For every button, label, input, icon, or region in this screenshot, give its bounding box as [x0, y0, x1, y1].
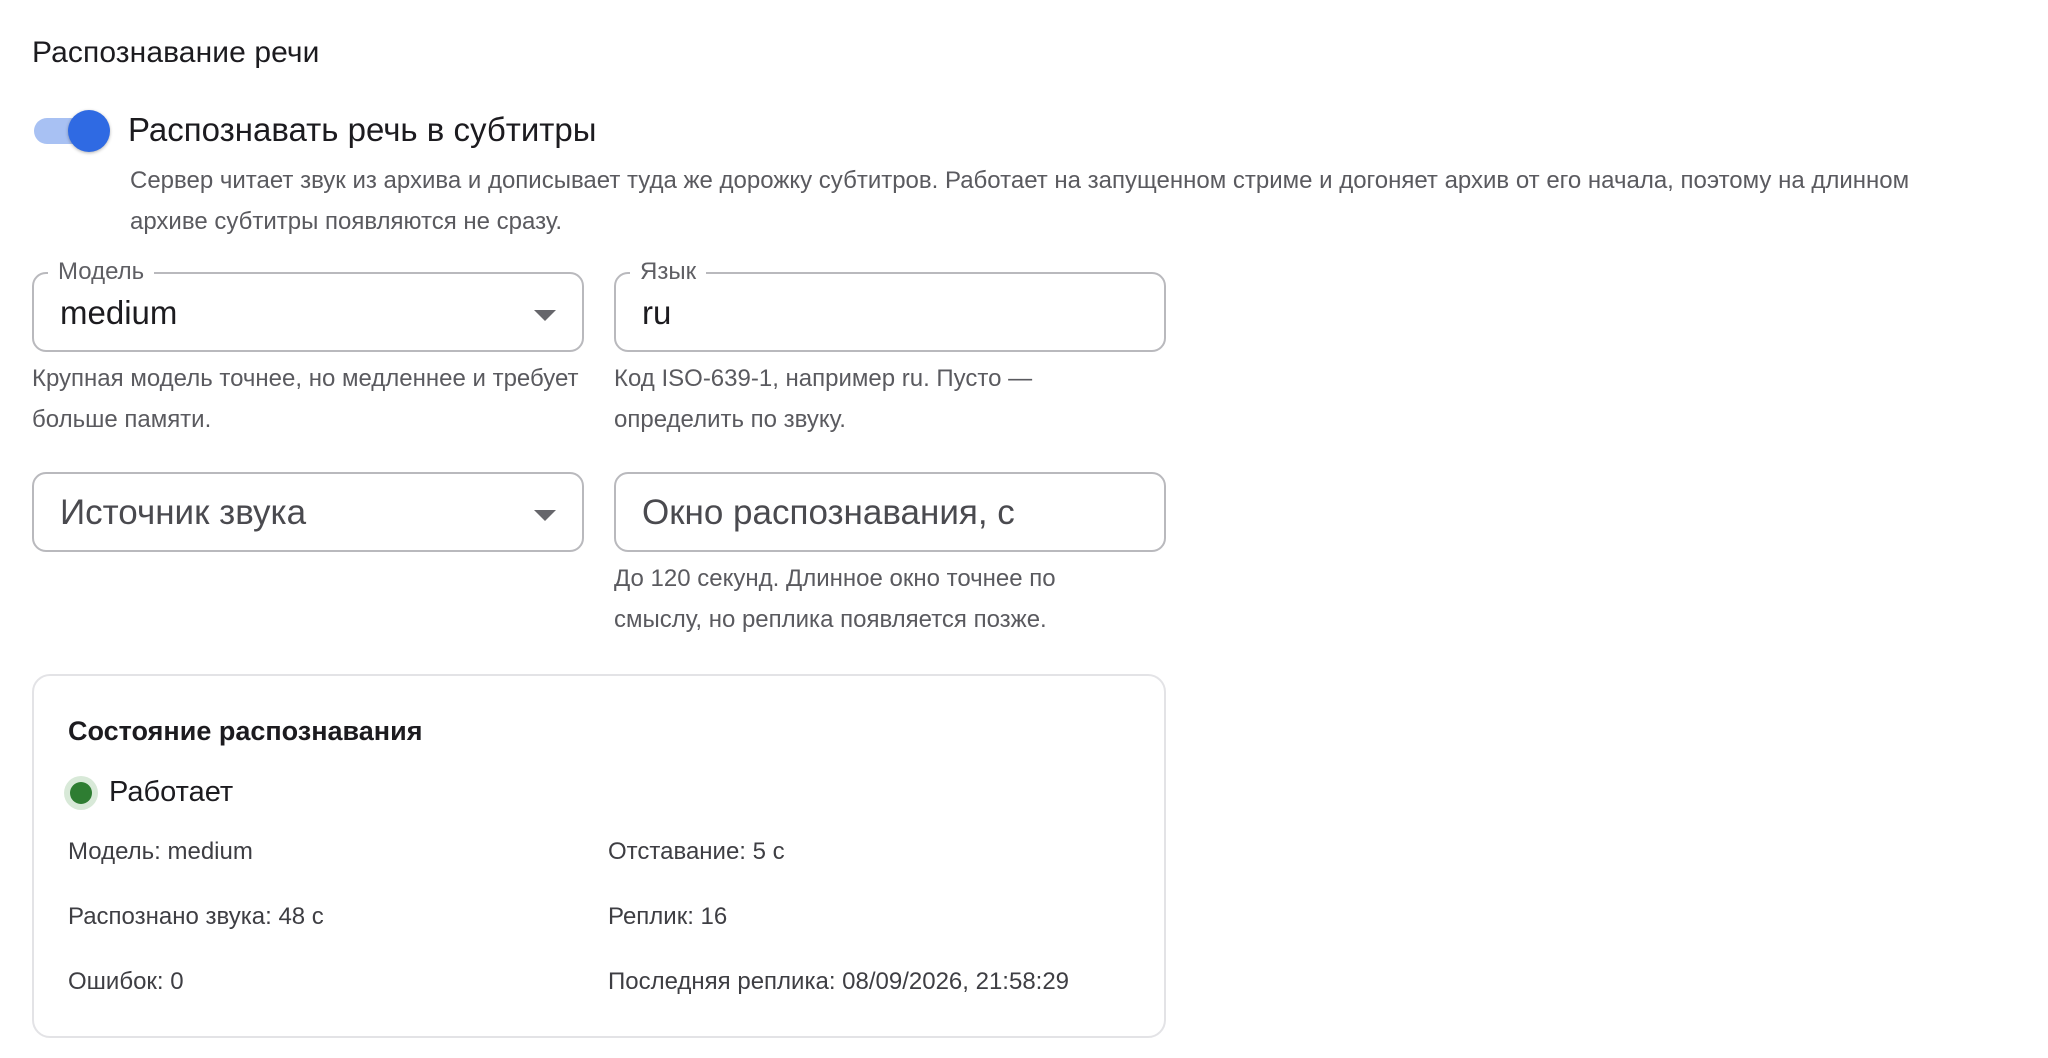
- stat-last-replica: Последняя реплика: 08/09/2026, 21:58:29: [608, 968, 1070, 995]
- stat-errors: Ошибок: 0: [68, 968, 184, 995]
- toggle-label[interactable]: Распознавать речь в субтитры: [128, 111, 596, 149]
- recognition-window-helper: До 120 секунд. Длинное окно точнее по см…: [614, 565, 1056, 633]
- language-label: Язык: [630, 256, 707, 288]
- model-label: Модель: [48, 256, 155, 288]
- model-select[interactable]: Модель medium: [32, 256, 584, 352]
- toggle-description: Сервер читает звук из архива и дописывае…: [130, 167, 1910, 235]
- speech-recognition-settings: Распознавание речи Распознавать речь в с…: [0, 0, 2048, 1058]
- recognition-status-card: Состояние распознавания Работает Модель:…: [32, 674, 1166, 1038]
- status-indicator-icon: [64, 776, 98, 810]
- model-helper: Крупная модель точнее, но медленнее и тр…: [32, 365, 579, 433]
- stat-model: Модель: medium: [68, 838, 253, 865]
- chevron-down-icon: [534, 310, 556, 321]
- status-text: Работает: [109, 776, 234, 808]
- chevron-down-icon: [534, 510, 556, 521]
- audio-source-select[interactable]: Источник звука: [32, 472, 584, 552]
- audio-source-placeholder: Источник звука: [60, 493, 307, 532]
- model-value: medium: [60, 294, 178, 331]
- toggle-thumb: [68, 110, 110, 152]
- recognize-subtitles-toggle[interactable]: [34, 110, 110, 152]
- stat-replicas: Реплик: 16: [608, 903, 728, 930]
- language-input[interactable]: Язык ru: [614, 256, 1166, 352]
- recognition-window-placeholder: Окно распознавания, с: [642, 493, 1015, 532]
- section-title: Распознавание речи: [32, 36, 320, 69]
- card-title: Состояние распознавания: [68, 716, 423, 746]
- language-value: ru: [642, 294, 672, 331]
- stat-recognized: Распознано звука: 48 с: [68, 903, 324, 930]
- recognition-window-input[interactable]: Окно распознавания, с: [614, 472, 1166, 552]
- stat-lag: Отставание: 5 с: [608, 838, 785, 865]
- language-helper: Код ISO-639-1, например ru. Пусто — опре…: [614, 365, 1033, 433]
